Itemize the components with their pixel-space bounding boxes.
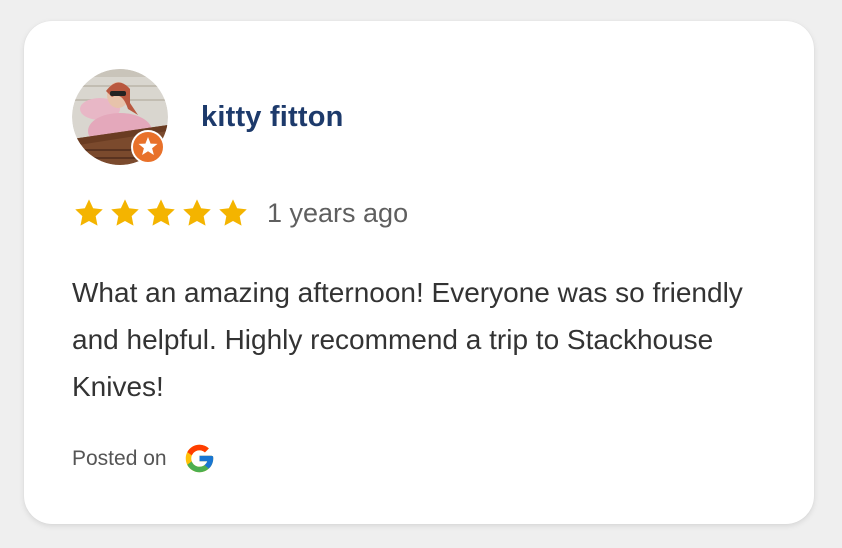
review-card: kitty fitton 1 years ago What an amazing…	[24, 21, 814, 524]
review-text: What an amazing afternoon! Everyone was …	[72, 277, 743, 402]
review-time: 1 years ago	[267, 197, 409, 228]
posted-on: Posted on	[72, 442, 216, 475]
avatar-container	[72, 69, 168, 165]
star-icon	[147, 199, 175, 226]
star-icon	[183, 199, 211, 226]
star-rating	[73, 197, 249, 229]
posted-on-label: Posted on	[72, 446, 167, 470]
google-icon[interactable]	[183, 442, 216, 475]
review-header: kitty fitton	[72, 69, 344, 165]
rating-row: 1 years ago	[73, 197, 408, 229]
star-icon	[111, 199, 139, 226]
star-icon	[75, 199, 103, 226]
star-icon	[219, 199, 247, 226]
local-guide-badge-icon	[131, 130, 165, 164]
author-name[interactable]: kitty fitton	[201, 101, 344, 134]
